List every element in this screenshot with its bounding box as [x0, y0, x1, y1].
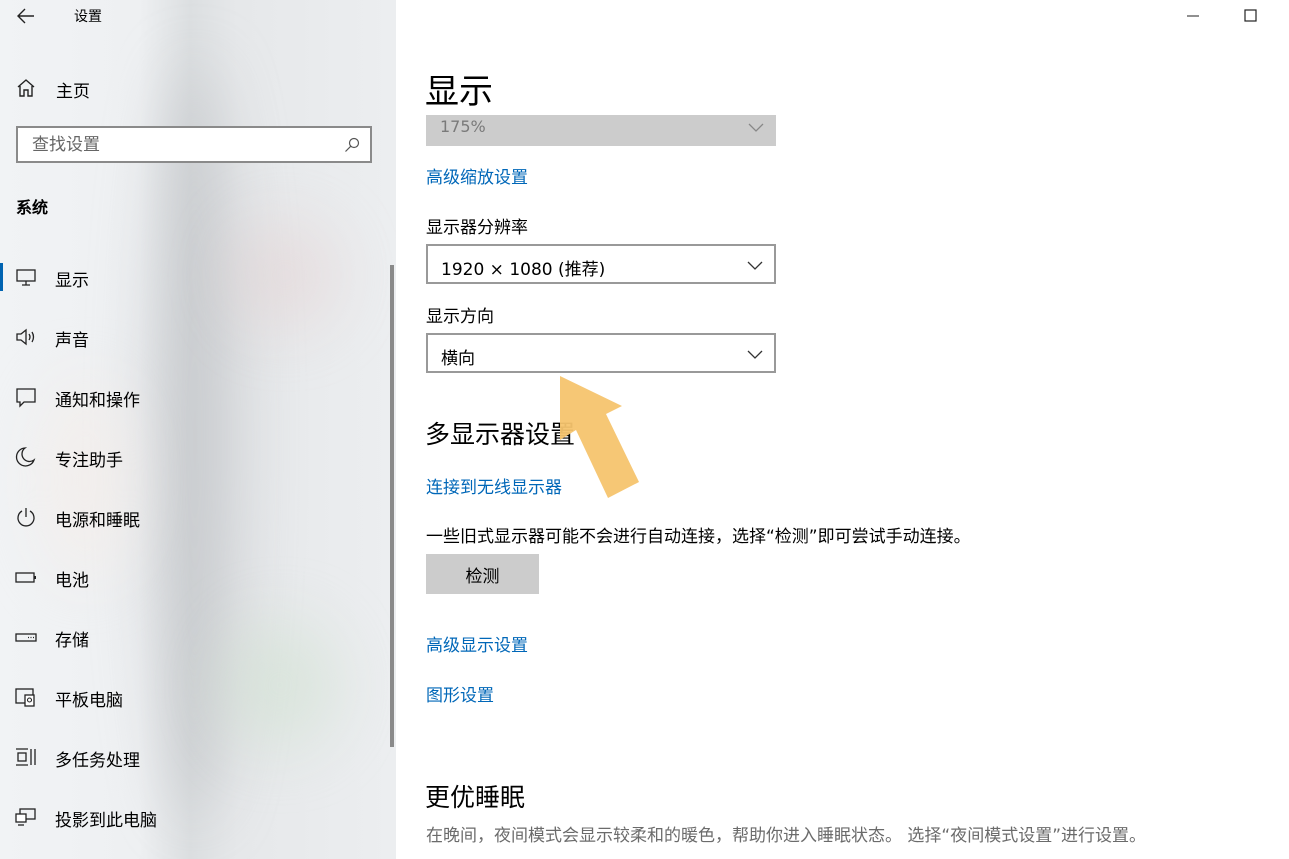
sidebar-item-label: 存储 — [55, 631, 89, 651]
chevron-down-icon — [747, 261, 763, 270]
advanced-display-settings-link[interactable]: 高级显示设置 — [426, 631, 528, 656]
orientation-label: 显示方向 — [426, 307, 494, 327]
better-sleep-heading: 更优睡眠 — [425, 783, 526, 812]
sidebar-item-label: 平板电脑 — [55, 691, 123, 711]
sidebar-item-battery[interactable]: 电池 — [0, 557, 390, 597]
sidebar-item-label: 投影到此电脑 — [55, 811, 157, 831]
detect-description: 一些旧式显示器可能不会进行自动连接，选择“检测”即可尝试手动连接。 — [426, 527, 971, 547]
sidebar-item-display[interactable]: 显示 — [0, 257, 390, 297]
search-input[interactable] — [18, 128, 342, 161]
notification-icon — [16, 388, 36, 408]
sidebar-item-label: 专注助手 — [55, 451, 123, 471]
tablet-icon — [15, 688, 35, 707]
resolution-value: 1920 × 1080 (推荐) — [441, 260, 606, 280]
sidebar-item-focus-assist[interactable]: 专注助手 — [0, 437, 390, 477]
sidebar-item-label: 声音 — [55, 331, 89, 351]
maximize-icon — [1244, 9, 1257, 22]
sidebar-item-label: 通知和操作 — [55, 391, 140, 411]
home-icon — [17, 79, 35, 97]
section-title: 系统 — [16, 198, 49, 217]
sidebar-item-label: 多任务处理 — [55, 751, 140, 771]
search-box[interactable] — [16, 126, 372, 163]
scale-value: 175% — [440, 117, 486, 136]
sidebar-item-label: 电源和睡眠 — [55, 511, 140, 531]
orientation-value: 横向 — [441, 349, 475, 369]
sidebar-item-power-sleep[interactable]: 电源和睡眠 — [0, 497, 390, 537]
speaker-icon — [16, 328, 35, 346]
multitask-icon — [16, 748, 36, 766]
project-icon — [15, 808, 36, 826]
chevron-down-icon — [748, 123, 764, 132]
selection-indicator — [0, 263, 3, 291]
sidebar-item-project[interactable]: 投影到此电脑 — [0, 797, 390, 837]
app-title: 设置 — [74, 9, 102, 25]
sidebar-item-home[interactable]: 主页 — [0, 72, 396, 104]
resolution-label: 显示器分辨率 — [426, 218, 528, 238]
annotation-arrow-icon — [560, 376, 639, 498]
scale-dropdown[interactable]: 175% — [426, 115, 776, 146]
sidebar-item-label: 显示 — [55, 271, 89, 291]
sidebar-item-label: 主页 — [56, 82, 90, 102]
graphics-settings-link[interactable]: 图形设置 — [426, 681, 494, 706]
back-arrow-icon — [17, 8, 34, 24]
sidebar-item-sound[interactable]: 声音 — [0, 317, 390, 357]
page-title: 显示 — [425, 72, 493, 112]
advanced-scaling-link[interactable]: 高级缩放设置 — [426, 163, 528, 188]
search-icon[interactable] — [344, 137, 360, 153]
sidebar: 设置 主页 系统 显示 声音 通知和操作 — [0, 0, 396, 859]
sidebar-item-notifications[interactable]: 通知和操作 — [0, 377, 390, 417]
storage-icon — [15, 633, 37, 642]
detect-button[interactable]: 检测 — [426, 554, 539, 594]
sidebar-item-multitasking[interactable]: 多任务处理 — [0, 737, 390, 777]
sidebar-item-storage[interactable]: 存储 — [0, 617, 390, 657]
maximize-button[interactable] — [1237, 2, 1263, 28]
sidebar-item-tablet[interactable]: 平板电脑 — [0, 677, 390, 717]
sidebar-scrollbar[interactable] — [390, 265, 394, 747]
minimize-icon — [1187, 15, 1199, 17]
battery-icon — [15, 572, 36, 583]
chevron-down-icon — [747, 350, 763, 359]
sidebar-item-label: 电池 — [55, 571, 89, 591]
resolution-dropdown[interactable]: 1920 × 1080 (推荐) — [426, 244, 776, 284]
back-button[interactable] — [12, 4, 40, 28]
moon-icon — [15, 447, 36, 467]
orientation-dropdown[interactable]: 横向 — [426, 333, 776, 373]
minimize-button[interactable] — [1180, 2, 1206, 28]
power-icon — [17, 508, 35, 527]
monitor-icon — [16, 269, 36, 286]
night-light-description: 在晚间，夜间模式会显示较柔和的暖色，帮助你进入睡眠状态。 选择“夜间模式设置”进… — [426, 826, 1147, 846]
